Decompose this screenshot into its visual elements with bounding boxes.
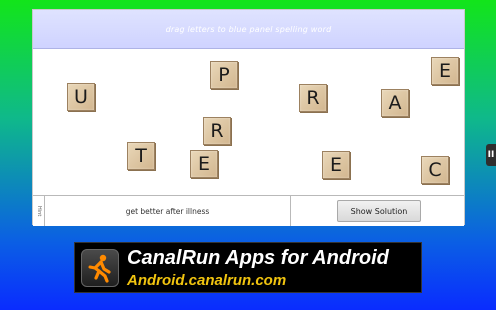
game-panel: drag letters to blue panel spelling word… <box>32 9 465 226</box>
show-solution-button[interactable]: Show Solution <box>337 200 421 222</box>
hint-tab-label: Hint <box>36 205 42 217</box>
pause-icon: II <box>487 150 495 160</box>
ad-url: Android.canalrun.com <box>127 272 287 289</box>
letter-tile[interactable]: A <box>381 89 409 117</box>
letter-tile[interactable]: T <box>127 142 155 170</box>
hint-tab[interactable]: Hint <box>33 196 45 226</box>
letter-tile[interactable]: P <box>210 61 238 89</box>
ad-banner[interactable]: CanalRun Apps for Android Android.canalr… <box>74 242 422 293</box>
instruction-text: drag letters to blue panel spelling word <box>165 24 332 34</box>
letter-tile[interactable]: R <box>299 84 327 112</box>
runner-icon <box>81 249 119 287</box>
spelling-target-panel[interactable]: drag letters to blue panel spelling word <box>33 10 464 49</box>
bottom-bar: Hint get better after illness Show Solut… <box>33 195 464 226</box>
letter-tile[interactable]: C <box>421 156 449 184</box>
letter-tile[interactable]: E <box>431 57 459 85</box>
letter-tile[interactable]: E <box>322 151 350 179</box>
letter-tile[interactable]: E <box>190 150 218 178</box>
hint-text: get better after illness <box>45 196 291 226</box>
ad-title: CanalRun Apps for Android <box>127 247 389 269</box>
letter-tile[interactable]: U <box>67 83 95 111</box>
letter-tile[interactable]: R <box>203 117 231 145</box>
side-pause-handle[interactable]: II <box>486 144 496 166</box>
